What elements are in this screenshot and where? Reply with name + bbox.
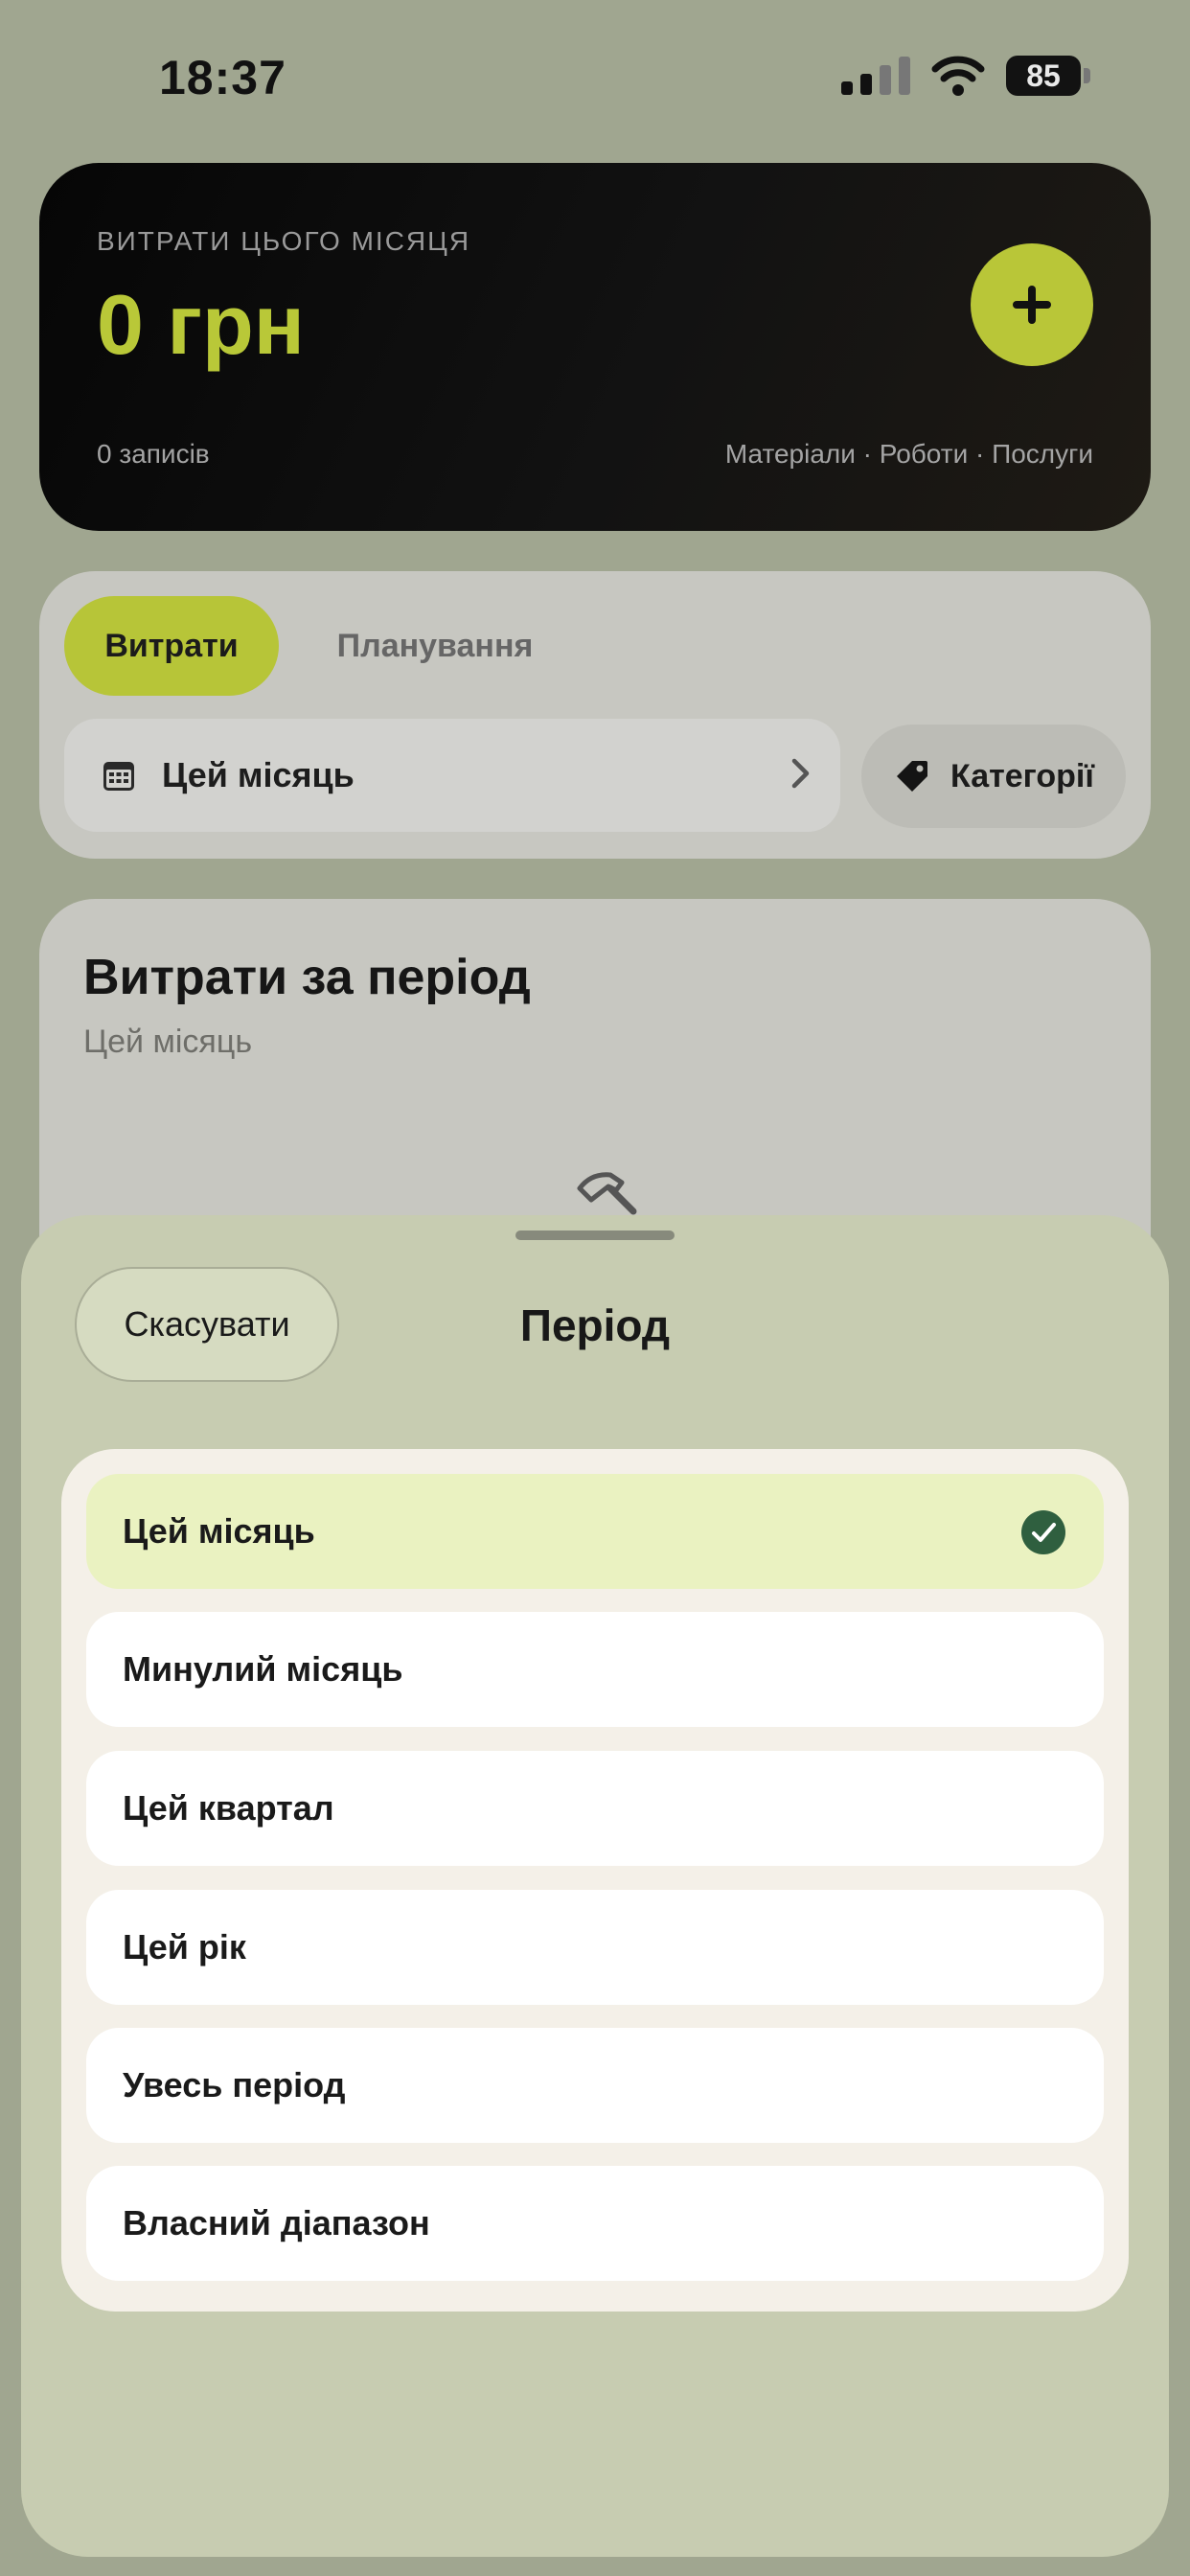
calendar-icon xyxy=(103,762,134,791)
tab-expenses[interactable]: Витрати xyxy=(64,596,279,696)
tag-icon xyxy=(897,761,928,792)
signal-icon xyxy=(841,57,910,95)
hero-amount: 0 грн xyxy=(97,277,305,372)
summary-title: Витрати за період xyxy=(83,950,531,1005)
monthly-expenses-card: ВИТРАТИ ЦЬОГО МІСЯЦЯ 0 грн 0 записів Мат… xyxy=(39,163,1151,531)
categories-button[interactable]: Категорії xyxy=(861,724,1126,828)
sheet-title: Період xyxy=(519,1300,671,1350)
records-count: 0 записів xyxy=(97,439,210,469)
option-all-time[interactable]: Увесь період xyxy=(86,2028,1104,2143)
option-this-year[interactable]: Цей рік xyxy=(86,1890,1104,2005)
categories-label: Категорії xyxy=(950,757,1094,794)
option-label: Цей місяць xyxy=(123,1511,315,1551)
option-custom-range[interactable]: Власний діапазон xyxy=(86,2166,1104,2281)
hero-label: ВИТРАТИ ЦЬОГО МІСЯЦЯ xyxy=(97,226,471,256)
period-options-list: Цей місяць Минулий місяць Цей квартал Це… xyxy=(61,1449,1129,2312)
chevron-right-icon xyxy=(791,758,810,789)
period-bottom-sheet: Скасувати Період Цей місяць Минулий міся… xyxy=(21,1215,1169,2557)
option-label: Минулий місяць xyxy=(123,1649,403,1689)
option-last-month[interactable]: Минулий місяць xyxy=(86,1612,1104,1727)
sheet-grabber[interactable] xyxy=(515,1230,675,1240)
filter-card: Витрати Планування Цей місяць Категорії xyxy=(39,571,1151,859)
status-time: 18:37 xyxy=(159,51,286,104)
tab-planning[interactable]: Планування xyxy=(296,596,574,696)
summary-subtitle: Цей місяць xyxy=(83,1024,253,1060)
period-selector[interactable]: Цей місяць xyxy=(64,719,840,832)
checkmark-icon xyxy=(1021,1510,1065,1554)
period-label: Цей місяць xyxy=(162,755,355,794)
battery-icon: 85 xyxy=(1006,56,1090,96)
option-label: Увесь період xyxy=(123,2065,346,2104)
wifi-icon xyxy=(931,56,985,96)
option-label: Цей квартал xyxy=(123,1788,334,1828)
option-label: Цей рік xyxy=(123,1927,246,1966)
status-icons: 85 xyxy=(841,56,1090,96)
option-this-quarter[interactable]: Цей квартал xyxy=(86,1751,1104,1866)
option-label: Власний діапазон xyxy=(123,2203,430,2242)
add-expense-button[interactable] xyxy=(971,243,1093,366)
categories-summary: Матеріали · Роботи · Послуги xyxy=(724,439,1093,469)
battery-level: 85 xyxy=(1006,56,1081,96)
option-this-month[interactable]: Цей місяць xyxy=(86,1474,1104,1589)
plus-icon xyxy=(1013,286,1051,324)
